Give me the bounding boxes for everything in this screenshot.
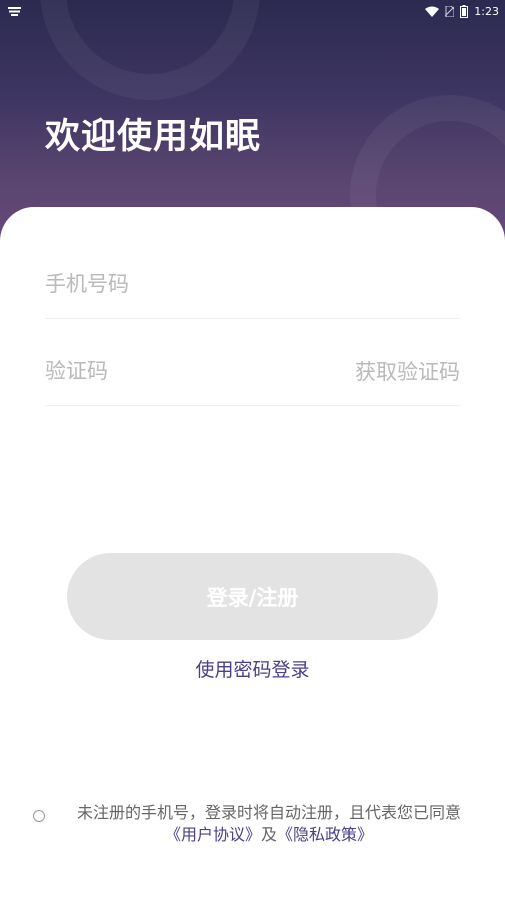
privacy-policy-link[interactable]: 《隐私政策》 xyxy=(277,825,373,844)
user-agreement-link[interactable]: 《用户协议》 xyxy=(165,825,261,844)
password-login-link[interactable]: 使用密码登录 xyxy=(0,655,505,682)
agreement-checkbox[interactable] xyxy=(33,810,45,822)
status-bar-left xyxy=(8,6,21,16)
no-sim-icon xyxy=(445,5,455,17)
battery-icon xyxy=(460,4,469,18)
notification-icon xyxy=(8,6,21,16)
phone-field xyxy=(45,249,460,319)
phone-input[interactable] xyxy=(45,271,305,296)
wifi-icon xyxy=(425,6,440,17)
login-screen: 1:23 欢迎使用如眠 获取验证码 登录/注册 使用密码登录 未注册的手机号，登… xyxy=(0,0,505,899)
verification-code-input[interactable] xyxy=(45,358,305,383)
agreement-conjunction: 及 xyxy=(260,825,277,844)
status-bar-right: 1:23 xyxy=(425,4,499,18)
get-code-button[interactable]: 获取验证码 xyxy=(355,356,460,386)
welcome-title: 欢迎使用如眠 xyxy=(45,117,262,157)
status-bar: 1:23 xyxy=(0,0,505,22)
code-field: 获取验证码 xyxy=(45,336,460,406)
login-register-button[interactable]: 登录/注册 xyxy=(67,553,438,640)
agreement-notice: 未注册的手机号，登录时将自动注册，且代表您已同意 xyxy=(76,803,461,822)
agreement-text: 未注册的手机号，登录时将自动注册，且代表您已同意 《用户协议》及《隐私政策》 xyxy=(55,802,483,846)
status-time: 1:23 xyxy=(474,4,499,18)
